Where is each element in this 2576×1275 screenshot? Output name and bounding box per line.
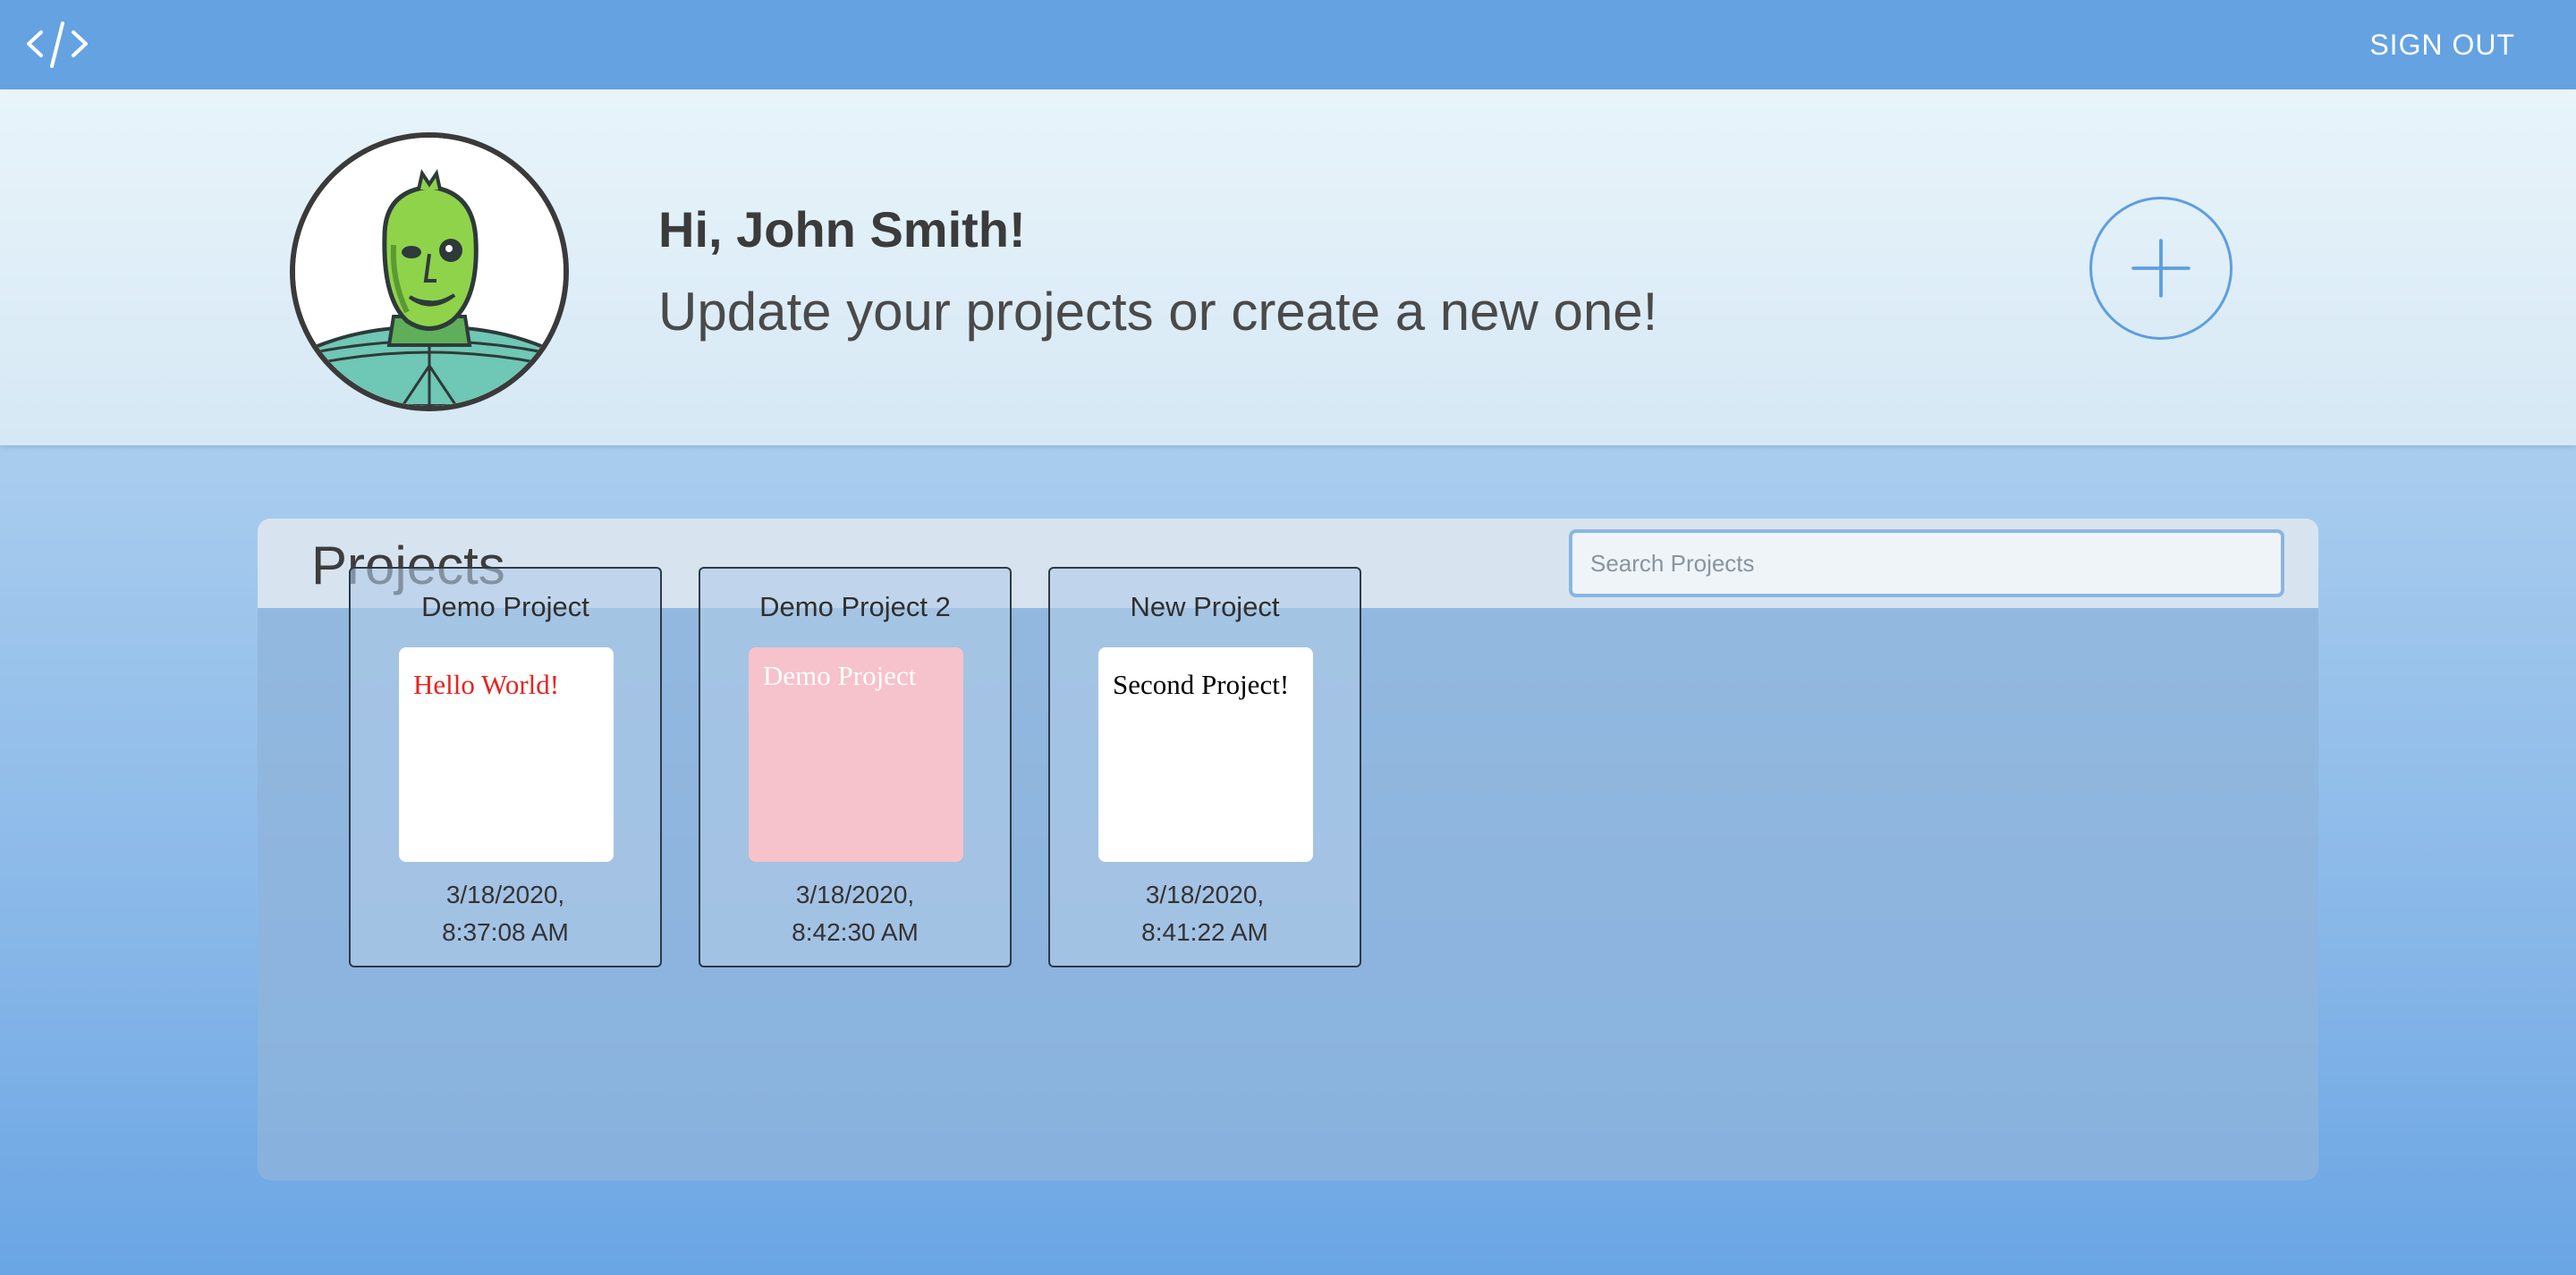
project-card-time: 8:41:22 AM: [1141, 918, 1268, 946]
greeting-subtitle: Update your projects or create a new one…: [658, 282, 1658, 342]
top-navigation-bar: SIGN OUT: [0, 0, 2576, 89]
welcome-panel: Hi, John Smith! Update your projects or …: [0, 89, 2576, 445]
project-card-title: Demo Project 2: [759, 591, 951, 622]
project-preview-text: Hello World!: [413, 669, 560, 700]
project-preview[interactable]: Hello World!: [399, 647, 614, 862]
project-card-date: 3/18/2020,: [795, 881, 915, 908]
project-preview[interactable]: Second Project!: [1098, 647, 1313, 862]
project-card[interactable]: Demo Project Hello World! 3/18/2020, 8:3…: [349, 567, 662, 967]
project-card-timestamp: 3/18/2020, 8:42:30 AM: [700, 876, 1010, 951]
project-card-date: 3/18/2020,: [445, 881, 565, 908]
project-card-timestamp: 3/18/2020, 8:37:08 AM: [351, 876, 660, 951]
project-card-title: Demo Project: [421, 591, 589, 622]
project-preview-text: Demo Project: [763, 660, 917, 691]
project-card-time: 8:37:08 AM: [442, 918, 569, 946]
search-projects-input[interactable]: [1569, 529, 2284, 597]
add-project-button[interactable]: [2089, 197, 2233, 340]
project-card[interactable]: New Project Second Project! 3/18/2020, 8…: [1048, 567, 1361, 967]
code-brackets-icon[interactable]: [23, 13, 89, 75]
project-card-date: 3/18/2020,: [1145, 881, 1265, 908]
project-card-timestamp: 3/18/2020, 8:41:22 AM: [1050, 876, 1360, 951]
project-card[interactable]: Demo Project 2 Demo Project 3/18/2020, 8…: [699, 567, 1012, 967]
project-preview[interactable]: Demo Project: [749, 647, 963, 862]
sign-out-button[interactable]: SIGN OUT: [2369, 27, 2515, 63]
project-card-time: 8:42:30 AM: [792, 918, 919, 946]
plus-icon: [2131, 239, 2190, 298]
project-card-title: New Project: [1130, 591, 1280, 622]
user-avatar[interactable]: [290, 132, 569, 411]
project-preview-text: Second Project!: [1113, 669, 1290, 700]
greeting-heading: Hi, John Smith!: [658, 201, 1026, 258]
